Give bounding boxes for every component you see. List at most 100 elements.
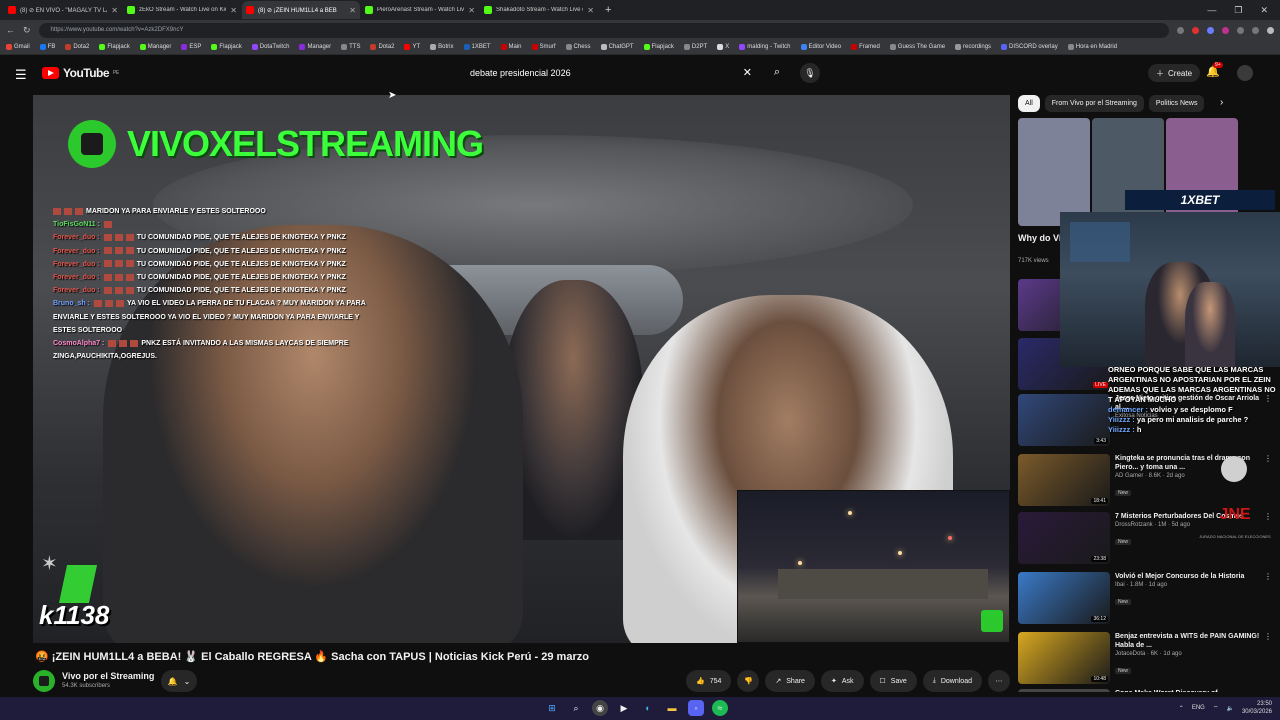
- bookmark-item[interactable]: Flapjack: [643, 44, 674, 50]
- notifications-bell-icon[interactable]: 🔔 9+: [1206, 62, 1223, 78]
- bookmark-item[interactable]: TTS: [341, 44, 360, 50]
- related-video-title[interactable]: Benjaz entrevista a WITS de PAIN GAMING!…: [1115, 632, 1265, 650]
- bookmark-item[interactable]: DISCORD overlay: [1001, 44, 1058, 50]
- save-button[interactable]: ☐ Save: [869, 670, 917, 692]
- bookmark-item[interactable]: Editor Video: [800, 44, 841, 50]
- filter-chip[interactable]: Politics News: [1148, 95, 1205, 112]
- browser-tab[interactable]: (8) ⊘ EN VIVO - "MAGALY TV LA ✕: [4, 1, 122, 19]
- minimize-button[interactable]: —: [1207, 5, 1216, 16]
- bookmark-item[interactable]: Gmail: [6, 44, 30, 50]
- extension-icon[interactable]: [1177, 26, 1184, 34]
- search-icon[interactable]: ⌕: [774, 66, 780, 79]
- bookmark-item[interactable]: ESP: [181, 44, 201, 50]
- related-video-title[interactable]: Volvió el Mejor Concurso de la Historia: [1115, 572, 1265, 581]
- bookmark-item[interactable]: Framed: [851, 44, 880, 50]
- windows-start-icon[interactable]: ⊞: [544, 700, 560, 716]
- bookmark-item[interactable]: Flapjack: [211, 44, 242, 50]
- extension-icon[interactable]: [1192, 26, 1199, 34]
- video-thumbnail[interactable]: [1018, 689, 1110, 692]
- browser-tab[interactable]: Shakadoto Stream - Watch Live or ✕: [480, 1, 598, 19]
- bookmark-item[interactable]: Botrix: [430, 44, 454, 50]
- bookmark-item[interactable]: ChatGPT: [600, 44, 634, 50]
- bookmark-item[interactable]: Manager: [299, 44, 331, 50]
- bookmark-item[interactable]: Smurf: [531, 44, 556, 50]
- maximize-button[interactable]: ❐: [1234, 5, 1242, 16]
- bookmark-item[interactable]: D2PT: [683, 44, 707, 50]
- tab-close-icon[interactable]: ✕: [468, 6, 475, 15]
- related-video[interactable]: 10:48 Benjaz entrevista a WITS de PAIN GA…: [1018, 632, 1278, 687]
- related-video[interactable]: Cone Make Worst Discovery of...: [1018, 689, 1278, 692]
- bookmark-item[interactable]: X: [717, 44, 729, 50]
- browser-tab[interactable]: PieroArenast Stream - Watch Live ✕: [361, 1, 479, 19]
- close-window-button[interactable]: ✕: [1260, 5, 1268, 16]
- like-button[interactable]: 👍 754: [685, 670, 732, 692]
- more-icon[interactable]: ⋮: [1264, 572, 1272, 581]
- more-icon[interactable]: ⋮: [1264, 632, 1272, 641]
- tab-close-icon[interactable]: ✕: [230, 6, 237, 15]
- youtube-logo[interactable]: YouTube PE: [42, 66, 119, 80]
- filter-chip[interactable]: From Vivo por el Streaming: [1044, 95, 1144, 112]
- volume-icon[interactable]: 🔈: [1226, 705, 1233, 712]
- clock[interactable]: 23:50 30/03/2026: [1242, 700, 1272, 716]
- extension-icon[interactable]: [1222, 26, 1229, 34]
- extension-icon[interactable]: [1237, 26, 1244, 34]
- filter-chip[interactable]: All: [1018, 95, 1040, 112]
- video-thumbnail[interactable]: 3:43: [1018, 394, 1110, 446]
- short-thumbnail[interactable]: [1018, 118, 1090, 226]
- bookmark-item[interactable]: Dota2: [65, 44, 89, 50]
- reload-icon[interactable]: ↻: [23, 25, 31, 36]
- url-field[interactable]: https://www.youtube.com/watch?v=Azk2DFX9…: [38, 22, 1169, 38]
- share-button[interactable]: ↗ Share: [765, 670, 815, 692]
- search-icon[interactable]: ⌕: [568, 700, 584, 716]
- bookmark-item[interactable]: DotaTwitch: [251, 44, 289, 50]
- back-icon[interactable]: ←: [6, 25, 15, 35]
- app-icon[interactable]: ▶: [616, 700, 632, 716]
- create-button[interactable]: ＋ Create: [1148, 64, 1201, 82]
- related-video-title[interactable]: Cone Make Worst Discovery of...: [1115, 689, 1265, 692]
- related-video[interactable]: 36:12 Volvió el Mejor Concurso de la Hist…: [1018, 572, 1278, 627]
- bookmark-item[interactable]: 1XBET: [463, 44, 491, 50]
- chrome-icon[interactable]: ◉: [592, 700, 608, 716]
- video-thumbnail[interactable]: 18:41: [1018, 454, 1110, 506]
- channel-name[interactable]: Vivo por el Streaming: [62, 671, 154, 681]
- bookmark-item[interactable]: Guess The Game: [889, 44, 945, 50]
- tab-close-icon[interactable]: ✕: [111, 6, 118, 15]
- clear-search-icon[interactable]: ✕: [743, 66, 752, 79]
- search-box[interactable]: debate presidencial 2026 ✕ ⌕: [460, 63, 786, 83]
- search-input[interactable]: debate presidencial 2026: [470, 68, 571, 78]
- folder-icon[interactable]: ▬: [664, 700, 680, 716]
- bookmark-item[interactable]: Hora en Madrid: [1067, 44, 1117, 50]
- video-thumbnail[interactable]: 36:12: [1018, 572, 1110, 624]
- video-player[interactable]: VIVOXELSTREAMING MARIDON YA PARA ENVIARL…: [33, 95, 1010, 643]
- dislike-button[interactable]: 👎: [737, 670, 760, 692]
- more-actions-button[interactable]: ⋯: [988, 670, 1010, 692]
- tray-chevron-icon[interactable]: ⌃: [1179, 705, 1184, 712]
- bookmark-item[interactable]: recordings: [955, 44, 991, 50]
- spotify-icon[interactable]: ≈: [712, 700, 728, 716]
- language-indicator[interactable]: ENG: [1192, 705, 1205, 711]
- subscription-bell-button[interactable]: 🔔 ⌄: [161, 670, 197, 692]
- bookmark-item[interactable]: Dota2: [370, 44, 394, 50]
- download-button[interactable]: ⤓ Download: [922, 670, 982, 692]
- edge-icon[interactable]: ◐: [640, 700, 656, 716]
- ask-button[interactable]: ✦ Ask: [820, 670, 864, 692]
- bookmark-item[interactable]: Flapjack: [99, 44, 130, 50]
- chevron-right-icon[interactable]: ›: [1220, 97, 1223, 108]
- extension-icon[interactable]: [1207, 26, 1214, 34]
- bookmark-item[interactable]: Main: [500, 44, 522, 50]
- bookmark-item[interactable]: YT: [404, 44, 420, 50]
- voice-search-icon[interactable]: 🎙: [800, 63, 820, 83]
- tab-close-icon[interactable]: ✕: [587, 6, 594, 15]
- bookmark-item[interactable]: FB: [39, 44, 55, 50]
- bookmark-item[interactable]: Manager: [139, 44, 171, 50]
- bookmark-item[interactable]: Chess: [565, 44, 591, 50]
- bookmark-item[interactable]: malding - Twitch: [739, 44, 791, 50]
- account-avatar[interactable]: [1237, 65, 1253, 81]
- discord-icon[interactable]: ◦: [688, 700, 704, 716]
- new-tab-button[interactable]: +: [605, 4, 611, 16]
- browser-tab[interactable]: (8) ⊘ ¡ZEIN HUM1LL4 a BEB ✕: [242, 1, 360, 19]
- browser-tab[interactable]: zEkO Stream - Watch Live on Kick ✕: [123, 1, 241, 19]
- extension-icon[interactable]: [1252, 26, 1259, 34]
- channel-avatar[interactable]: [33, 670, 55, 692]
- hamburger-menu-icon[interactable]: ☰: [15, 67, 27, 83]
